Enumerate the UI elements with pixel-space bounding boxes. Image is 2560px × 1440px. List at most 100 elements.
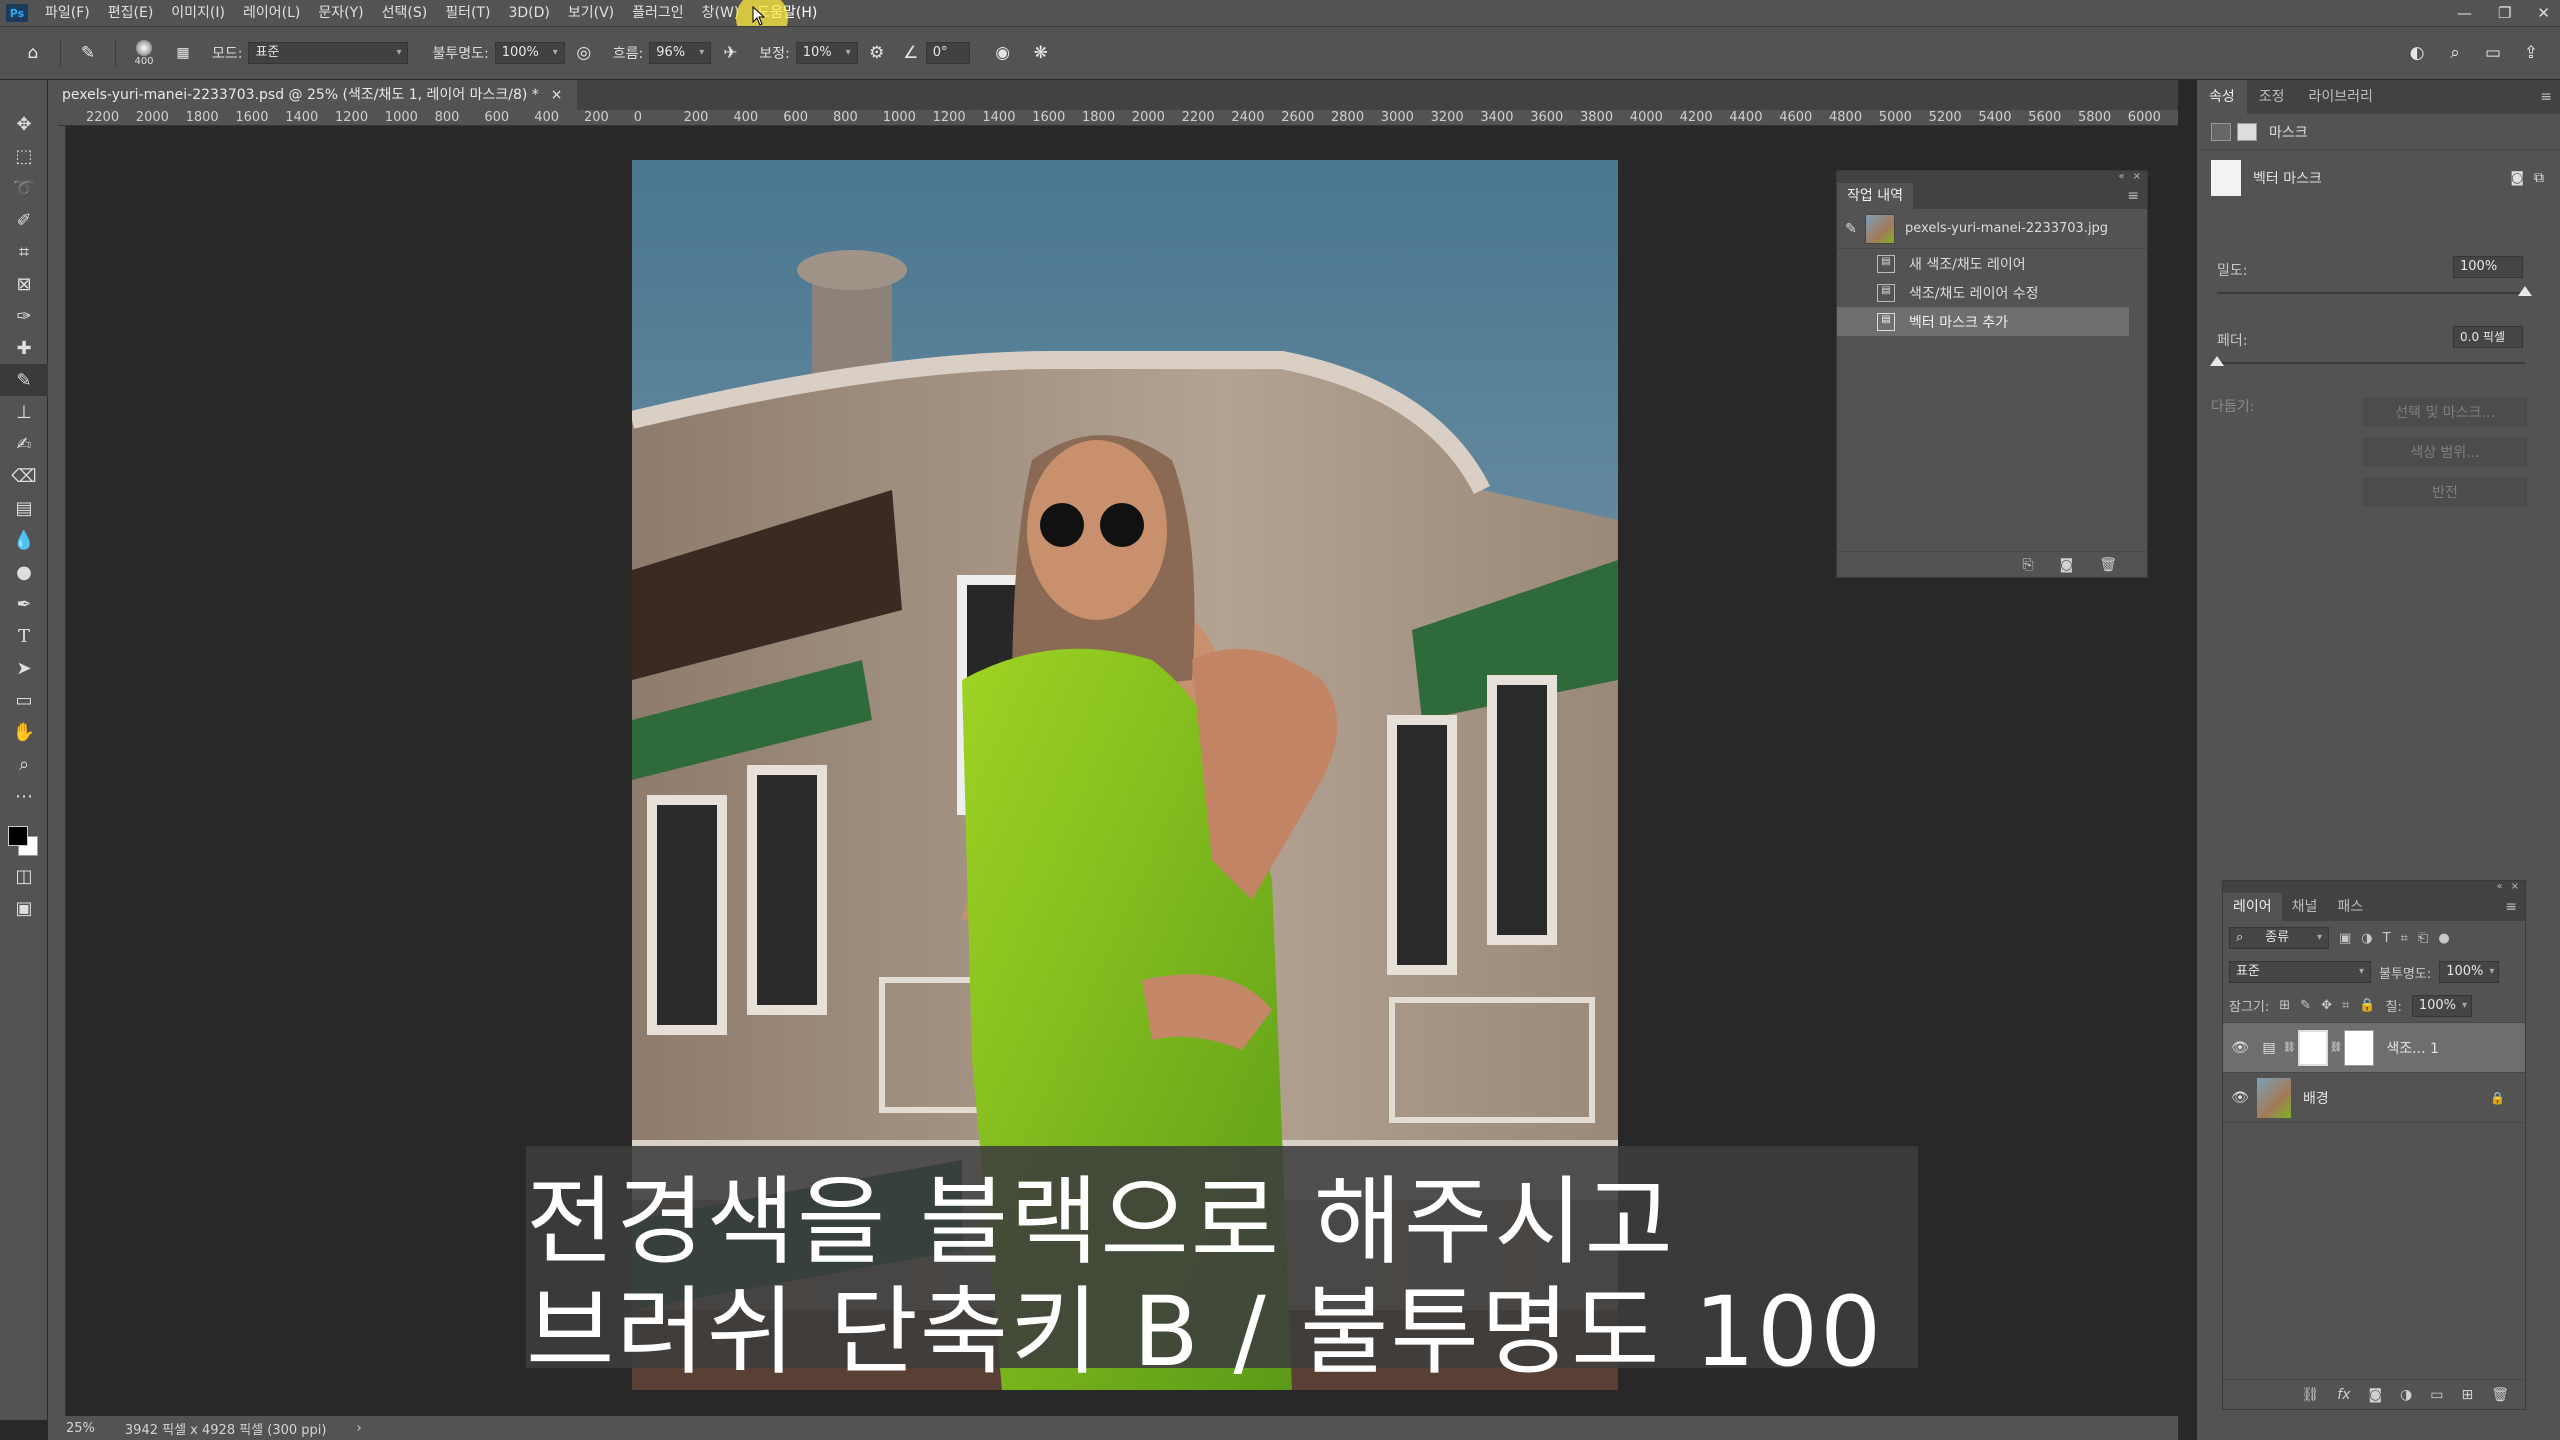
stamp-tool-icon[interactable]: ⊥ bbox=[0, 396, 48, 428]
select-mask-icon[interactable]: ◙ bbox=[2510, 170, 2524, 186]
lock-position-icon[interactable]: ✥ bbox=[2321, 998, 2332, 1013]
fx-icon[interactable]: fx bbox=[2337, 1387, 2350, 1403]
panel-menu-icon[interactable]: ≡ bbox=[2505, 899, 2525, 915]
gear-icon[interactable]: ⚙ bbox=[864, 40, 890, 66]
trash-icon[interactable]: 🗑 bbox=[2491, 1387, 2509, 1403]
density-input[interactable]: 100% bbox=[2453, 256, 2523, 278]
menu-plugins[interactable]: 플러그인 bbox=[623, 0, 693, 26]
type-tool-icon[interactable]: T bbox=[0, 620, 48, 652]
fill-input[interactable]: 100% ▾ bbox=[2411, 994, 2472, 1017]
screen-mode-icon[interactable]: ▣ bbox=[0, 892, 48, 924]
vertical-ruler[interactable] bbox=[48, 126, 66, 1416]
move-tool-icon[interactable]: ✥ bbox=[0, 108, 48, 140]
pixel-mask-icon[interactable] bbox=[2211, 122, 2231, 141]
more-tools-icon[interactable]: ⋯ bbox=[0, 780, 48, 812]
home-icon[interactable]: ⌂ bbox=[20, 40, 46, 66]
minimize-button[interactable]: — bbox=[2457, 4, 2472, 22]
select-and-mask-button[interactable]: 선택 및 마스크... bbox=[2363, 398, 2527, 426]
path-select-tool-icon[interactable]: ➤ bbox=[0, 652, 48, 684]
layer-mask-thumbnail[interactable] bbox=[2297, 1029, 2328, 1066]
color-range-button[interactable]: 색상 범위... bbox=[2363, 438, 2527, 466]
tab-adjustments[interactable]: 조정 bbox=[2247, 80, 2297, 114]
layer-filter-select[interactable]: ⌕ 종류 ▾ bbox=[2229, 927, 2329, 949]
menu-edit[interactable]: 편집(E) bbox=[99, 0, 163, 26]
chain-icon[interactable]: ⛓ bbox=[2283, 1042, 2296, 1053]
menu-layer[interactable]: 레이어(L) bbox=[234, 0, 309, 26]
filter-adjustment-icon[interactable]: ◑ bbox=[2361, 931, 2372, 946]
symmetry-icon[interactable]: ❋ bbox=[1028, 40, 1054, 66]
quick-select-tool-icon[interactable]: ✐ bbox=[0, 204, 48, 236]
gradient-tool-icon[interactable]: ▤ bbox=[0, 492, 48, 524]
brush-size-picker[interactable]: 400 bbox=[124, 39, 164, 67]
airbrush-icon[interactable]: ✈ bbox=[717, 40, 743, 66]
brush-source-icon[interactable]: ✎ bbox=[1837, 221, 1865, 237]
filter-type-icon[interactable]: T bbox=[2383, 931, 2391, 946]
menu-3d[interactable]: 3D(D) bbox=[499, 0, 558, 26]
zoom-tool-icon[interactable]: ⌕ bbox=[0, 748, 48, 780]
opacity-input[interactable]: 100% ▾ bbox=[494, 42, 565, 64]
pressure-opacity-icon[interactable]: ◎ bbox=[571, 40, 597, 66]
vector-mask-thumbnail[interactable] bbox=[2344, 1029, 2375, 1066]
angle-input[interactable]: 0° bbox=[925, 42, 970, 64]
menu-image[interactable]: 이미지(I) bbox=[162, 0, 234, 26]
trash-icon[interactable]: 🗑 bbox=[2099, 557, 2117, 573]
close-tab-icon[interactable]: × bbox=[551, 80, 563, 110]
feather-slider-handle[interactable] bbox=[2210, 356, 2224, 366]
lock-transparent-icon[interactable]: ⊞ bbox=[2279, 998, 2290, 1013]
dodge-tool-icon[interactable]: ● bbox=[0, 556, 48, 588]
folder-icon[interactable]: ▭ bbox=[2430, 1387, 2443, 1403]
menu-view[interactable]: 보기(V) bbox=[559, 0, 623, 26]
new-document-icon[interactable]: ⎘ bbox=[2022, 557, 2033, 573]
lasso-tool-icon[interactable]: ➰ bbox=[0, 172, 48, 204]
smoothing-input[interactable]: 10% ▾ bbox=[795, 42, 858, 64]
mode-select[interactable]: 표준 ▾ bbox=[248, 42, 409, 64]
workspace-icon[interactable]: ▭ bbox=[2480, 40, 2506, 66]
foreground-color-swatch[interactable] bbox=[8, 826, 28, 846]
layer-row-background[interactable]: 👁 배경 🔒 bbox=[2223, 1073, 2525, 1123]
document-tab[interactable]: pexels-yuri-manei-2233703.psd @ 25% (색조/… bbox=[48, 80, 577, 110]
flow-input[interactable]: 96% ▾ bbox=[649, 42, 712, 64]
zoom-level[interactable]: 25% bbox=[66, 1421, 95, 1436]
menu-select[interactable]: 선택(S) bbox=[373, 0, 437, 26]
tab-paths[interactable]: 패스 bbox=[2327, 893, 2373, 921]
healing-tool-icon[interactable]: ✚ bbox=[0, 332, 48, 364]
close-icon[interactable]: × bbox=[2511, 881, 2519, 893]
eraser-tool-icon[interactable]: ⌫ bbox=[0, 460, 48, 492]
invert-button[interactable]: 반전 bbox=[2363, 478, 2527, 506]
menu-type[interactable]: 문자(Y) bbox=[309, 0, 372, 26]
panel-menu-icon[interactable]: ≡ bbox=[2127, 188, 2147, 204]
marquee-tool-icon[interactable]: ⬚ bbox=[0, 140, 48, 172]
layer-opacity-input[interactable]: 100% ▾ bbox=[2439, 961, 2500, 983]
history-step-current[interactable]: ▤ 벡터 마스크 추가 bbox=[1837, 307, 2129, 336]
tab-properties[interactable]: 속성 bbox=[2197, 80, 2247, 114]
eye-icon[interactable]: 👁 bbox=[2223, 1090, 2257, 1106]
menu-file[interactable]: 파일(F) bbox=[36, 0, 99, 26]
restore-button[interactable]: ❐ bbox=[2498, 4, 2511, 22]
history-step[interactable]: ▤ 새 색조/채도 레이어 bbox=[1837, 249, 2147, 278]
density-slider-handle[interactable] bbox=[2518, 286, 2532, 296]
layer-row-hue-sat[interactable]: 👁 ▤ ⛓ ⛓ 색조... 1 bbox=[2223, 1023, 2525, 1073]
lock-pixels-icon[interactable]: ✎ bbox=[2300, 998, 2311, 1013]
tab-history[interactable]: 작업 내역 bbox=[1837, 183, 1913, 209]
history-brush-tool-icon[interactable]: ✍ bbox=[0, 428, 48, 460]
history-snapshot[interactable]: ✎ pexels-yuri-manei-2233703.jpg bbox=[1837, 209, 2147, 249]
camera-icon[interactable]: ◙ bbox=[2060, 557, 2074, 573]
user-icon[interactable]: ◐ bbox=[2404, 40, 2430, 66]
quick-mask-icon[interactable]: ◫ bbox=[0, 860, 48, 892]
crop-tool-icon[interactable]: ⌗ bbox=[0, 236, 48, 268]
panel-menu-icon[interactable]: ≡ bbox=[2540, 89, 2560, 105]
status-arrow-icon[interactable]: › bbox=[356, 1421, 361, 1436]
tab-channels[interactable]: 채널 bbox=[2282, 893, 2328, 921]
pen-tool-icon[interactable]: ✒ bbox=[0, 588, 48, 620]
close-window-button[interactable]: ✕ bbox=[2537, 4, 2550, 22]
eyedropper-tool-icon[interactable]: ✑ bbox=[0, 300, 48, 332]
new-layer-icon[interactable]: ⊞ bbox=[2461, 1387, 2473, 1403]
horizontal-ruler[interactable]: 2200 2000 1800 1600 1400 1200 1000 800 600 400 200… bbox=[58, 110, 2178, 126]
pressure-size-icon[interactable]: ◉ bbox=[990, 40, 1016, 66]
brush-tool-icon[interactable]: ✎ bbox=[0, 364, 48, 396]
lock-all-icon[interactable]: 🔒 bbox=[2359, 998, 2375, 1013]
link-icon[interactable]: ⛓ bbox=[2301, 1387, 2319, 1403]
tab-libraries[interactable]: 라이브러리 bbox=[2297, 80, 2385, 114]
vector-mask-icon[interactable] bbox=[2237, 122, 2257, 141]
feather-input[interactable]: 0.0 픽셀 bbox=[2453, 326, 2523, 348]
